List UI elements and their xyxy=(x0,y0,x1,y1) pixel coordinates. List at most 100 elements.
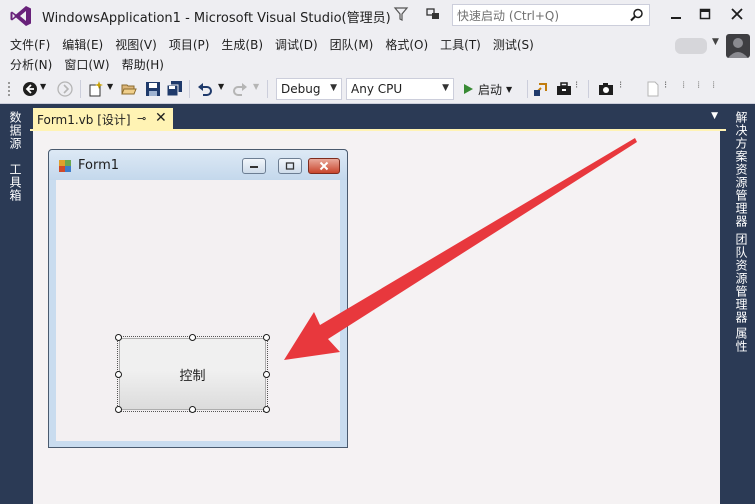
right-tool-rail: 解决方案资源管理器 团队资源管理器 属性 xyxy=(726,105,755,504)
resize-handle-e[interactable] xyxy=(263,371,270,378)
navigate-back-icon[interactable] xyxy=(22,81,38,97)
control-button-label: 控制 xyxy=(179,368,206,384)
form-caption-bar: Form1 xyxy=(49,150,347,180)
maximize-icon xyxy=(285,162,295,170)
redo-icon[interactable] xyxy=(232,81,248,97)
new-project-icon[interactable] xyxy=(88,81,104,97)
redo-dropdown-icon[interactable]: ▼ xyxy=(253,82,259,91)
control-button[interactable]: 控制 xyxy=(119,338,266,410)
menu-help[interactable]: 帮助(H) xyxy=(116,54,170,74)
minimize-button[interactable] xyxy=(664,4,688,24)
undo-icon[interactable] xyxy=(197,81,213,97)
account-name-blurred[interactable] xyxy=(675,38,707,54)
left-tool-rail: 数据源 工具箱 xyxy=(0,105,30,504)
menu-test[interactable]: 测试(S) xyxy=(487,34,540,54)
pin-icon[interactable]: ⊸ xyxy=(137,112,146,125)
resize-handle-n[interactable] xyxy=(189,334,196,341)
toolbar-overflow-icon[interactable]: ⁝ xyxy=(575,80,578,91)
solution-configuration-value: Debug xyxy=(281,82,321,96)
close-icon xyxy=(319,161,329,171)
form-title: Form1 xyxy=(78,158,120,173)
tab-toolbox[interactable]: 工具箱 xyxy=(6,163,24,202)
document-tab-strip: Form1.vb [设计] ⊸ ✕ ▼ xyxy=(30,105,726,131)
menu-analyze[interactable]: 分析(N) xyxy=(4,54,58,74)
menu-project[interactable]: 项目(P) xyxy=(163,34,216,54)
quick-launch-input[interactable]: 快速启动 (Ctrl+Q) xyxy=(452,4,650,26)
account-dropdown-caret-icon[interactable]: ▼ xyxy=(712,37,719,47)
navigate-forward-icon[interactable] xyxy=(57,81,73,97)
tab-data-sources[interactable]: 数据源 xyxy=(6,111,24,150)
close-icon[interactable]: ✕ xyxy=(155,110,167,126)
toolbox-icon[interactable] xyxy=(556,81,572,97)
form-minimize-button[interactable] xyxy=(242,158,266,174)
resize-handle-ne[interactable] xyxy=(263,334,270,341)
toolbar-grip-icon[interactable]: ⁞ xyxy=(712,80,715,91)
toolbar-grip-icon[interactable]: ⁞ xyxy=(682,80,685,91)
avatar[interactable] xyxy=(726,34,750,58)
document-icon[interactable] xyxy=(645,81,661,97)
toolbar-overflow-icon[interactable]: ⁝ xyxy=(664,80,667,91)
open-folder-icon[interactable] xyxy=(121,81,137,97)
resize-handle-w[interactable] xyxy=(115,371,122,378)
browser-link-icon[interactable] xyxy=(533,81,549,97)
toolbar-separator xyxy=(588,80,589,98)
solution-platform-select[interactable]: Any CPU ▼ xyxy=(346,78,454,100)
tab-form1-design[interactable]: Form1.vb [设计] ⊸ ✕ xyxy=(33,108,173,131)
form-app-icon xyxy=(59,160,71,172)
tab-label: Form1.vb [设计] xyxy=(37,113,131,127)
menu-bar: 文件(F) 编辑(E) 视图(V) 项目(P) 生成(B) 调试(D) 团队(M… xyxy=(0,32,755,74)
menu-row-primary: 文件(F) 编辑(E) 视图(V) 项目(P) 生成(B) 调试(D) 团队(M… xyxy=(4,34,540,54)
menu-team[interactable]: 团队(M) xyxy=(324,34,380,54)
tab-team-explorer[interactable]: 团队资源管理器 xyxy=(732,233,750,324)
menu-view[interactable]: 视图(V) xyxy=(109,34,163,54)
resize-handle-nw[interactable] xyxy=(115,334,122,341)
tab-solution-explorer[interactable]: 解决方案资源管理器 xyxy=(732,111,750,228)
standard-toolbar: ▼ ▼ ▼ ▼ Debug ▼ Any CPU ▼ 启动 ▼ ⁝ ⁝ ⁝ ⁞ ⁞… xyxy=(0,74,755,104)
chevron-down-icon: ▼ xyxy=(442,83,449,93)
toolbar-grip-icon[interactable] xyxy=(6,81,22,97)
menu-edit[interactable]: 编辑(E) xyxy=(56,34,109,54)
start-dropdown-icon: ▼ xyxy=(506,84,513,94)
minimize-icon xyxy=(250,166,258,168)
resize-handle-s[interactable] xyxy=(189,406,196,413)
resize-handle-sw[interactable] xyxy=(115,406,122,413)
undo-dropdown-icon[interactable]: ▼ xyxy=(218,82,224,91)
save-icon[interactable] xyxy=(145,81,161,97)
menu-window[interactable]: 窗口(W) xyxy=(58,54,115,74)
maximize-button[interactable] xyxy=(693,4,717,24)
tab-properties[interactable]: 属性 xyxy=(732,327,750,353)
chevron-down-icon: ▼ xyxy=(330,83,337,93)
menu-file[interactable]: 文件(F) xyxy=(4,34,56,54)
play-icon xyxy=(464,84,473,94)
start-label: 启动 xyxy=(478,82,503,97)
menu-build[interactable]: 生成(B) xyxy=(215,34,269,54)
camera-icon[interactable] xyxy=(598,81,614,97)
start-debugging-button[interactable]: 启动 ▼ xyxy=(462,80,512,98)
menu-debug[interactable]: 调试(D) xyxy=(269,34,324,54)
form-maximize-button[interactable] xyxy=(278,158,302,174)
menu-tools[interactable]: 工具(T) xyxy=(434,34,487,54)
tab-overflow-icon[interactable]: ▼ xyxy=(711,111,718,121)
menu-format[interactable]: 格式(O) xyxy=(379,34,434,54)
toolbar-separator xyxy=(267,80,268,98)
solution-platform-value: Any CPU xyxy=(351,82,403,96)
visual-studio-logo-icon xyxy=(10,6,31,26)
menu-row-secondary: 分析(N) 窗口(W) 帮助(H) xyxy=(4,54,170,74)
minimize-icon xyxy=(671,17,681,19)
save-all-icon[interactable] xyxy=(167,81,183,97)
maximize-icon xyxy=(699,8,711,20)
close-window-button[interactable] xyxy=(725,4,749,24)
form-close-button[interactable] xyxy=(308,158,340,174)
toolbar-separator xyxy=(527,80,528,98)
toolbar-separator xyxy=(189,80,190,98)
toolbar-grip-icon[interactable]: ⁞ xyxy=(697,80,700,91)
solution-configuration-select[interactable]: Debug ▼ xyxy=(276,78,342,100)
toolbar-overflow-icon[interactable]: ⁝ xyxy=(619,80,622,91)
new-dropdown-icon[interactable]: ▼ xyxy=(107,82,113,91)
resize-handle-se[interactable] xyxy=(263,406,270,413)
notification-flag-icon[interactable] xyxy=(393,6,409,22)
feedback-icon[interactable] xyxy=(425,6,441,22)
toolbar-separator xyxy=(80,80,81,98)
search-icon[interactable] xyxy=(630,8,644,22)
back-dropdown-icon[interactable]: ▼ xyxy=(40,82,46,91)
